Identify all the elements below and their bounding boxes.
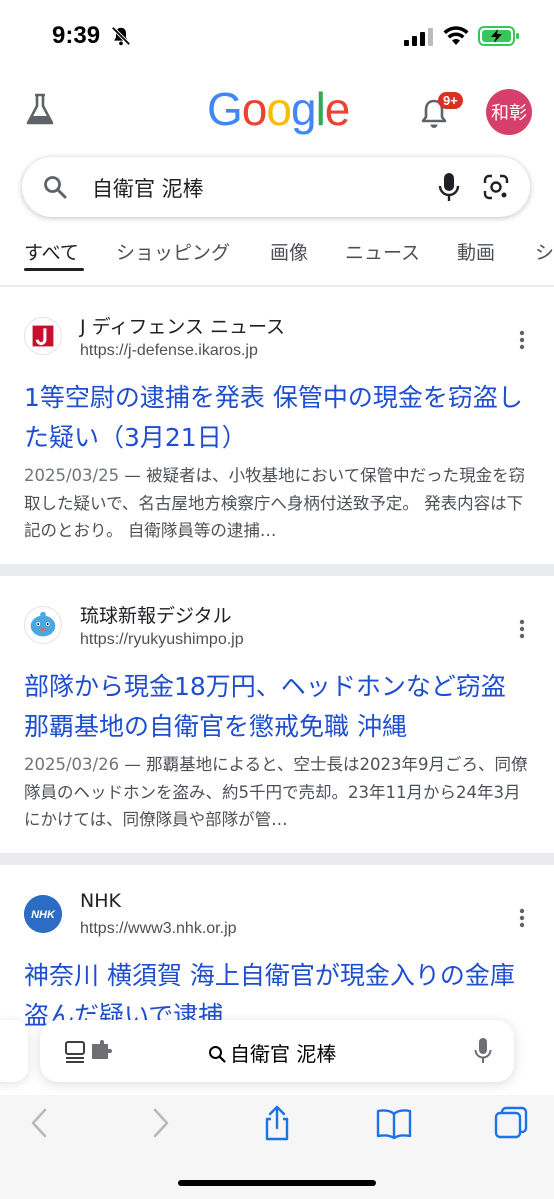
result-snippet: 2025/03/25 — 被疑者は、小牧基地において保管中だった現金を窃取した疑… bbox=[24, 466, 526, 540]
logo-letter: o bbox=[266, 83, 292, 135]
result-title[interactable]: 1等空尉の逮捕を発表 保管中の現金を窃盗した疑い（3月21日） bbox=[24, 378, 534, 458]
logo-letter: e bbox=[324, 83, 351, 135]
result-date: 2025/03/26 bbox=[24, 755, 120, 774]
page-menu-extension-icon[interactable] bbox=[64, 1039, 116, 1063]
bell-muted-icon bbox=[111, 26, 131, 46]
result-separator bbox=[0, 853, 554, 865]
search-result[interactable]: 琉球新報デジタル https://ryukyushimpo.jp 部隊から現金1… bbox=[0, 576, 554, 853]
logo-letter: l bbox=[315, 83, 326, 135]
search-query-text[interactable]: 自衛官 泥棒 bbox=[92, 173, 204, 203]
address-query-text: 自衛官 泥棒 bbox=[230, 1042, 337, 1066]
address-bar[interactable]: 自衛官 泥棒 bbox=[40, 1020, 514, 1082]
result-site-name: NHK bbox=[80, 890, 121, 912]
search-result[interactable]: NHK NHK https://www3.nhk.or.jp 神奈川 横須賀 海… bbox=[0, 865, 554, 1030]
j-defense-logo-icon bbox=[24, 317, 62, 355]
logo-letter: o bbox=[241, 83, 268, 135]
google-lens-icon[interactable] bbox=[482, 173, 510, 201]
back-icon[interactable] bbox=[22, 1105, 58, 1141]
status-bar: 9:39 bbox=[0, 0, 554, 72]
search-icon bbox=[209, 1046, 226, 1063]
result-url: https://j-defense.ikaros.jp bbox=[80, 342, 258, 359]
home-indicator[interactable] bbox=[178, 1180, 376, 1186]
cellular-signal-icon bbox=[404, 28, 433, 46]
svg-text:NHK: NHK bbox=[31, 909, 56, 921]
result-url: https://ryukyushimpo.jp bbox=[80, 631, 244, 648]
forward-icon[interactable] bbox=[142, 1105, 178, 1141]
status-time: 9:39 bbox=[52, 22, 101, 49]
battery-charging-icon bbox=[478, 26, 519, 46]
search-result[interactable]: J ディフェンス ニュース https://j-defense.ikaros.j… bbox=[0, 287, 554, 564]
result-url: https://www3.nhk.or.jp bbox=[80, 920, 237, 937]
account-avatar[interactable]: 和彰 bbox=[486, 89, 532, 135]
previous-tab-preview[interactable] bbox=[0, 1020, 28, 1082]
tab-videos[interactable]: 動画 bbox=[457, 238, 495, 265]
labs-flask-icon[interactable] bbox=[24, 92, 56, 128]
dictation-mic-icon[interactable] bbox=[474, 1037, 492, 1065]
google-logo[interactable]: Google bbox=[207, 82, 351, 136]
tab-more[interactable]: シ bbox=[535, 238, 554, 265]
logo-letter: G bbox=[207, 83, 243, 135]
tab-all[interactable]: すべて bbox=[24, 238, 79, 265]
active-tab-indicator bbox=[24, 268, 84, 271]
tab-news[interactable]: ニュース bbox=[345, 238, 420, 265]
tab-images[interactable]: 画像 bbox=[270, 238, 308, 265]
search-icon bbox=[44, 176, 67, 199]
search-box[interactable]: 自衛官 泥棒 bbox=[22, 157, 530, 217]
wifi-icon bbox=[443, 26, 469, 45]
result-site-name: J ディフェンス ニュース bbox=[80, 316, 286, 338]
voice-search-icon[interactable] bbox=[438, 171, 460, 203]
nhk-logo-icon: NHK bbox=[24, 895, 62, 933]
result-title[interactable]: 部隊から現金18万円、ヘッドホンなど窃盗 那覇基地の自衛官を懲戒免職 沖縄 bbox=[24, 667, 534, 747]
result-separator bbox=[0, 564, 554, 576]
result-site-name: 琉球新報デジタル bbox=[80, 605, 232, 627]
ryukyu-shimpo-mascot-icon bbox=[24, 606, 62, 644]
bookmarks-icon[interactable] bbox=[376, 1105, 412, 1141]
notification-badge: 9+ bbox=[438, 92, 463, 109]
share-icon[interactable] bbox=[259, 1105, 295, 1141]
more-options-icon[interactable] bbox=[512, 617, 532, 641]
logo-letter: g bbox=[290, 83, 317, 135]
tabs-icon[interactable] bbox=[493, 1105, 529, 1141]
more-options-icon[interactable] bbox=[512, 906, 532, 930]
search-tabs: すべて ショッピング 画像 ニュース 動画 シ bbox=[0, 232, 554, 272]
result-snippet: 2025/03/26 — 那覇基地によると、空士長は2023年9月ごろ、同僚隊員… bbox=[24, 755, 528, 829]
result-date: 2025/03/25 bbox=[24, 466, 120, 485]
address-query[interactable]: 自衛官 泥棒 bbox=[208, 1038, 336, 1067]
more-options-icon[interactable] bbox=[512, 328, 532, 352]
tab-shopping[interactable]: ショッピング bbox=[116, 238, 230, 265]
